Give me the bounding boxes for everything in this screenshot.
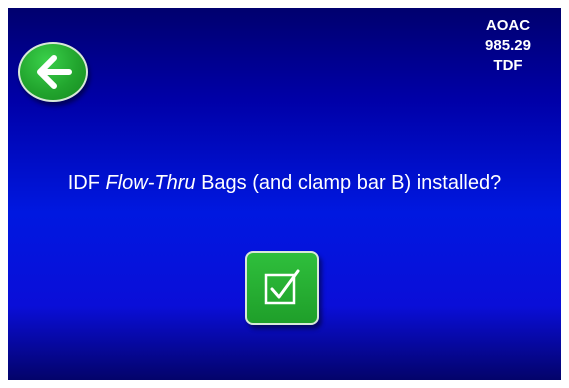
checkbox-check-icon <box>264 269 300 305</box>
confirm-button[interactable] <box>245 251 319 325</box>
method-name: AOAC <box>485 17 531 34</box>
method-number: 985.29 <box>485 37 531 54</box>
prompt-prefix: IDF <box>67 172 106 194</box>
prompt-italic: Flow-Thru <box>105 172 196 194</box>
back-button[interactable] <box>18 42 88 102</box>
prompt-suffix: Bags (and clamp bar B) installed? <box>195 172 502 194</box>
method-badge: AOAC 985.29 TDF <box>463 16 553 76</box>
arrow-left-icon <box>37 55 72 89</box>
screen: AOAC 985.29 TDF IDF Flow-Thru Bags (and … <box>8 8 561 380</box>
method-type: TDF <box>493 57 523 74</box>
prompt-question: IDF Flow-Thru Bags (and clamp bar B) ins… <box>8 172 561 195</box>
